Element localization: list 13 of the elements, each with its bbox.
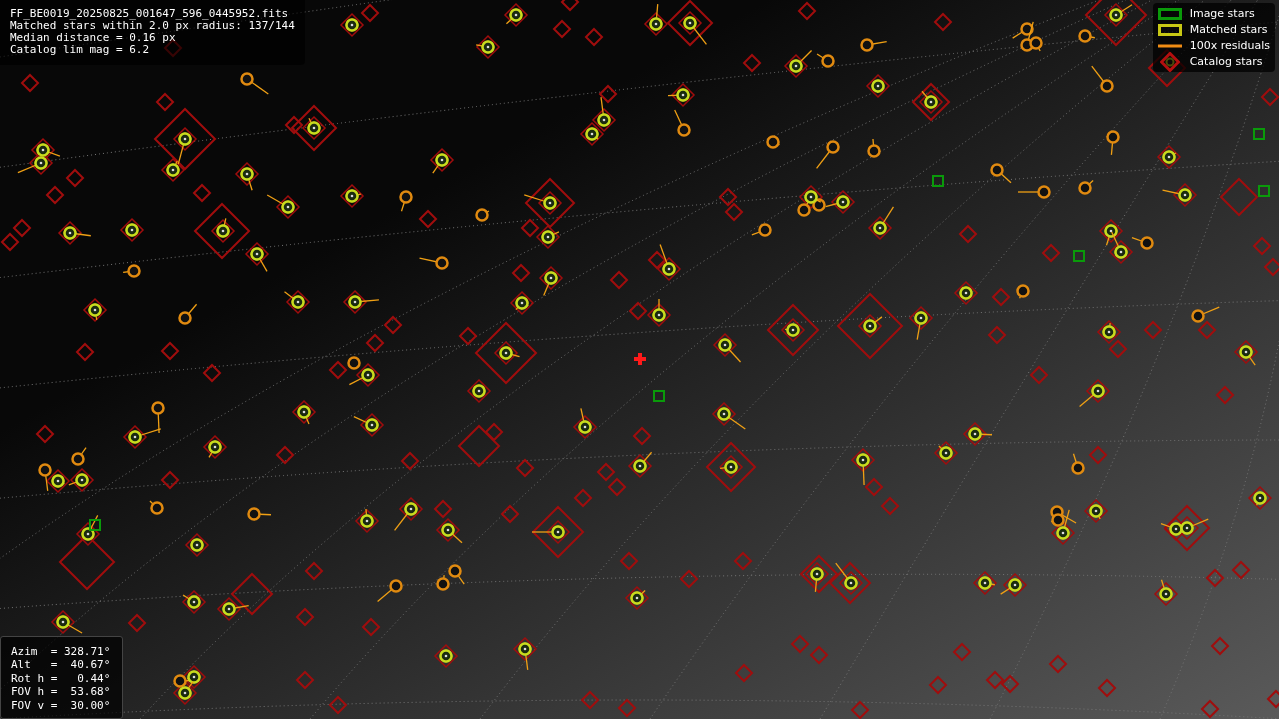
pointing-text: Rot h = 0.44° [11, 671, 111, 685]
info-text: Matched stars within 2.0 px radius: 137/144 [10, 20, 295, 32]
info-text: Median distance = 0.16 px [10, 32, 177, 44]
legend-label: Image stars [1189, 7, 1255, 20]
pointing-text: FOV h = 53.68° [11, 685, 111, 699]
info-text: Catalog lim mag = 6.2 [10, 44, 151, 56]
pointing-text: FOV v = 30.00° [11, 698, 111, 712]
legend-label: Catalog stars [1189, 55, 1263, 68]
legend-label: Matched stars [1189, 23, 1268, 36]
legend-label: 100x residuals [1189, 39, 1270, 52]
pointing-text: Alt = 40.67° [11, 658, 111, 672]
pointing-text: Azim = 328.71° [11, 644, 111, 658]
info-text: FF_BE0019_20250825_001647_596_0445952.fits [10, 8, 290, 20]
